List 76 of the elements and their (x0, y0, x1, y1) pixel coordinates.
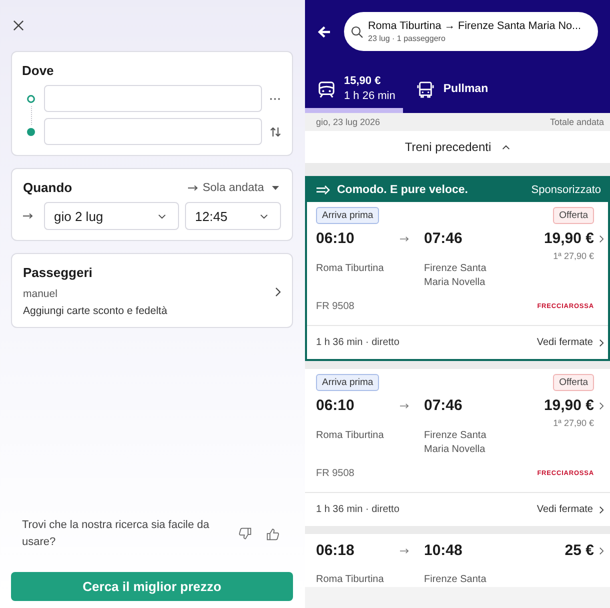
trip-duration: 1 h 36 min · diretto (316, 504, 400, 515)
destination-dot-icon (27, 128, 35, 136)
total-label: Totale andata (550, 117, 604, 127)
route-connector (30, 106, 32, 124)
origin-station: Roma Tiburtina (316, 262, 385, 276)
destination-station: Firenze Santa Maria Novella (424, 262, 488, 290)
card-title: Quando (23, 180, 72, 196)
chevron-right-icon (599, 338, 604, 346)
stops-link[interactable]: Vedi fermate (536, 337, 604, 348)
first-class-price: 1ª 27,90 € (553, 251, 594, 261)
train-number: FR 9508 (316, 467, 356, 481)
chevron-down-icon (260, 214, 268, 218)
trip-details: 23 lug · 1 passeggero (368, 34, 446, 44)
destination-station: Firenze Santa (424, 573, 488, 587)
chevron-right-icon (598, 547, 604, 555)
sponsored-label: Sponsorizzato (531, 184, 601, 196)
travel-date: gio, 23 lug 2026 (316, 117, 380, 127)
traveller-name: manuel (23, 287, 58, 301)
double-arrow-icon (316, 185, 330, 195)
highlight-tag: Arriva prima (316, 374, 380, 391)
origin-dot-icon (27, 94, 35, 102)
chevron-right-icon (598, 402, 604, 410)
search-bar[interactable]: Roma Tiburtina → Firenze Santa Maria No... 23 lug · 1 passeggero (344, 12, 598, 51)
offer-tag: Offerta (553, 207, 594, 224)
highlight-tag: Arriva prima (316, 207, 380, 224)
time-dropdown[interactable]: 12:45 (185, 202, 281, 230)
arrow-icon (23, 213, 33, 219)
card-title: Passeggeri (23, 265, 94, 281)
chevron-right-icon (598, 235, 604, 243)
origin-station: Roma Tiburtina (316, 573, 385, 587)
price: 19,90 € (544, 397, 594, 415)
back-arrow-icon[interactable] (318, 26, 331, 38)
caret-down-icon (272, 186, 279, 190)
chevron-up-icon (502, 144, 510, 150)
origin-station: Roma Tiburtina (316, 429, 385, 443)
thumbs-down-icon[interactable] (238, 527, 252, 541)
thumbs-up-icon[interactable] (266, 527, 280, 541)
destination-field[interactable] (44, 118, 262, 145)
departure-time: 06:18 (316, 542, 356, 560)
train-card[interactable]: 06:18 10:48 25 € Roma Tiburtina Firenze Santa (305, 534, 610, 587)
trip-type-dropdown[interactable]: Sola andata (188, 182, 279, 194)
arrow-icon (188, 185, 198, 191)
chevron-right-icon (275, 286, 281, 296)
banner-title: Comodo. E pure veloce. (337, 184, 468, 196)
arrow-icon (400, 548, 409, 554)
discount-cards-text: Aggiungi carte sconto e fedeltà (23, 304, 168, 318)
close-icon[interactable] (13, 20, 24, 31)
card-title: Dove (22, 63, 55, 79)
origin-field[interactable] (44, 85, 262, 112)
date-dropdown[interactable]: gio 2 lug (44, 202, 179, 230)
route-text: Roma Tiburtina → Firenze Santa Maria No... (368, 19, 582, 33)
offer-tag: Offerta (553, 374, 594, 391)
departure-time: 06:10 (316, 397, 356, 415)
arrival-time: 07:46 (424, 397, 464, 415)
departure-time: 06:10 (316, 230, 356, 248)
arrow-icon (400, 403, 409, 409)
swap-icon[interactable] (270, 126, 280, 136)
passengers-card[interactable]: Passeggeri manuel Aggiungi carte sconto e fedeltà (11, 253, 293, 328)
arrival-time: 10:48 (424, 542, 464, 560)
stops-link[interactable]: Vedi fermate (536, 504, 604, 515)
train-number: FR 9508 (316, 300, 356, 314)
destination-station: Firenze Santa Maria Novella (424, 429, 488, 457)
bus-icon (417, 80, 434, 98)
price: 19,90 € (544, 230, 594, 248)
search-icon (351, 26, 363, 38)
bus-tab[interactable]: Pullman (403, 70, 498, 113)
chevron-right-icon (599, 506, 604, 514)
chevron-down-icon (158, 214, 166, 218)
feedback-question: Trovi che la nostra ricerca sia facile da usare? (22, 518, 210, 550)
trip-duration: 1 h 36 min · diretto (316, 337, 400, 348)
price: 25 € (564, 542, 594, 560)
arrival-time: 07:46 (424, 230, 464, 248)
first-class-price: 1ª 27,90 € (553, 418, 594, 428)
arrow-icon (400, 236, 409, 242)
train-icon (318, 80, 335, 98)
earlier-trains-button[interactable]: Treni precedenti (305, 131, 610, 163)
